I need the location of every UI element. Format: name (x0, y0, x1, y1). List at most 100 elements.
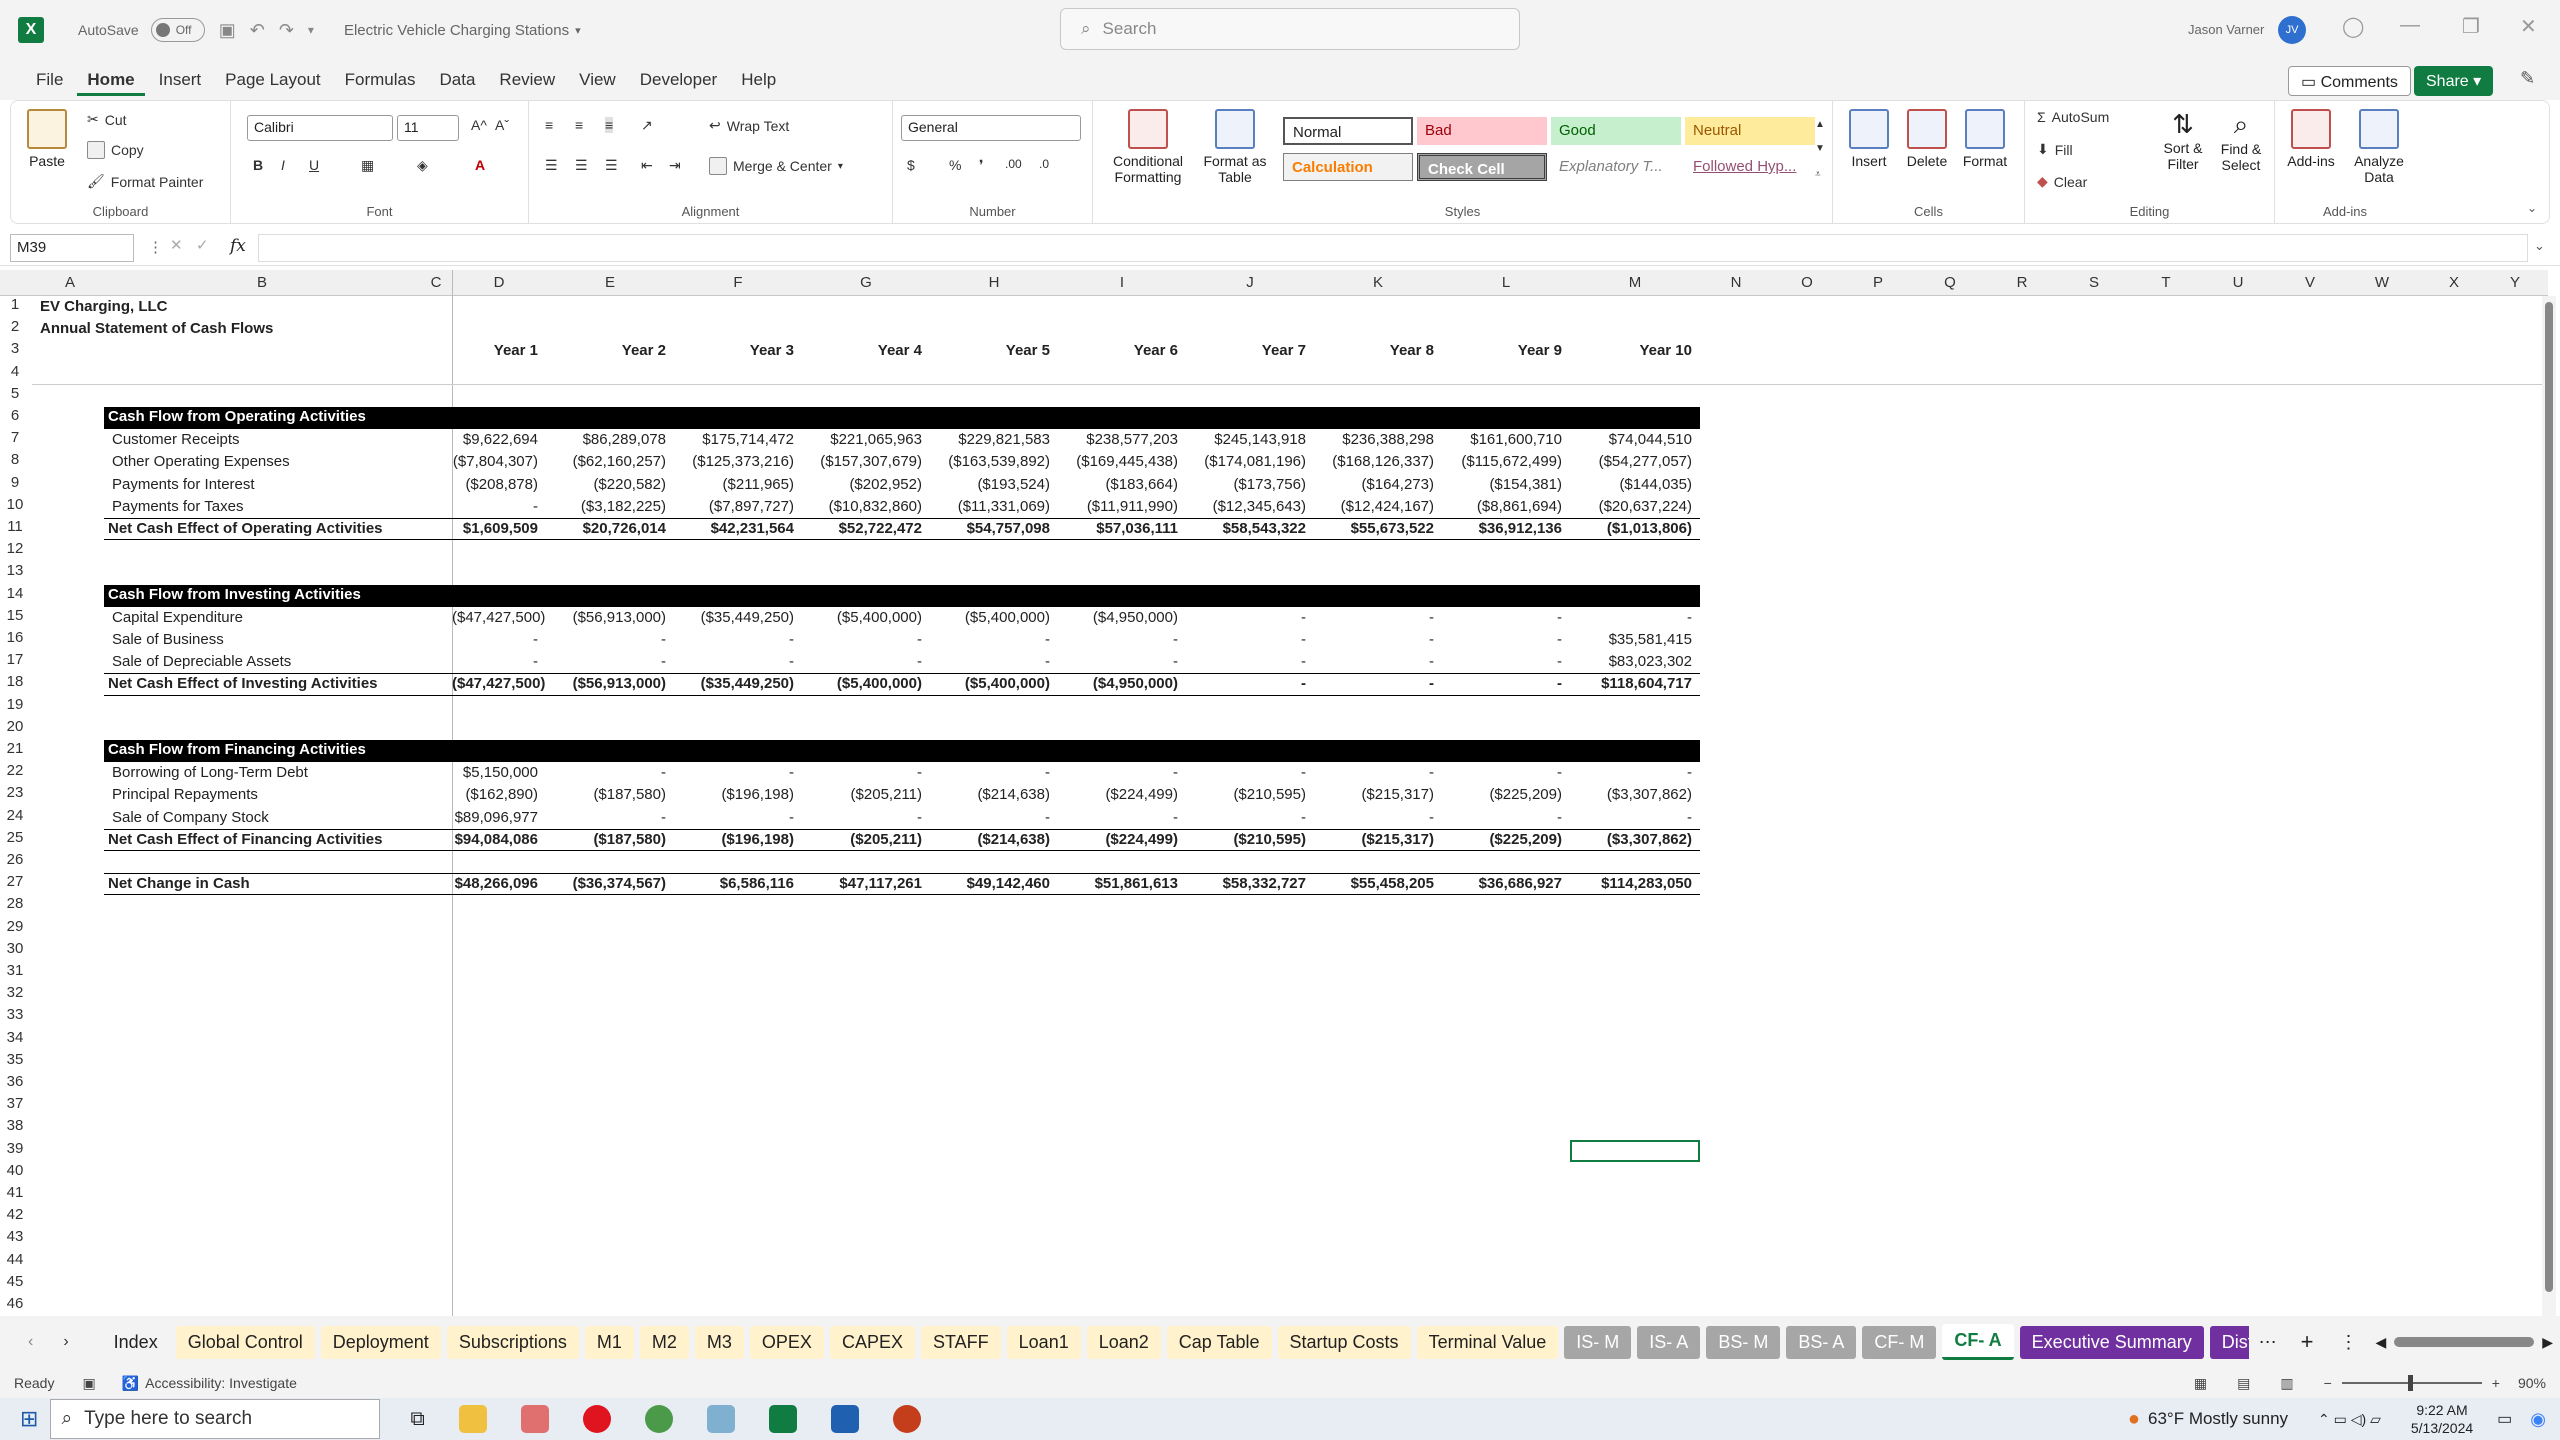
total-value[interactable]: ($5,400,000) (930, 673, 1050, 695)
line-item-value[interactable]: ($12,424,167) (1314, 496, 1434, 518)
sheet-tab-cf-a[interactable]: CF- A (1942, 1324, 2014, 1360)
row-header-34[interactable]: 34 (0, 1029, 30, 1051)
row-header-25[interactable]: 25 (0, 829, 30, 851)
style-followed-hyperlink[interactable]: Followed Hyp... (1685, 153, 1815, 181)
line-item-value[interactable]: - (1186, 607, 1306, 629)
autosave-toggle[interactable]: Off (150, 18, 205, 42)
financing-section-header[interactable]: Cash Flow from Financing Activities (104, 740, 1700, 762)
row-header-19[interactable]: 19 (0, 696, 30, 718)
page-break-view-icon[interactable]: ▥ (2280, 1375, 2293, 1392)
column-header-b[interactable]: B (104, 274, 420, 291)
row-header-45[interactable]: 45 (0, 1273, 30, 1295)
line-item-value[interactable]: - (1058, 762, 1178, 784)
row-header-41[interactable]: 41 (0, 1184, 30, 1206)
styles-scroll-up-icon[interactable]: ▲ (1815, 119, 1825, 130)
line-item-value[interactable]: - (1186, 762, 1306, 784)
total-value[interactable]: ($1,013,806) (1570, 518, 1692, 540)
total-value[interactable]: $54,757,098 (930, 518, 1050, 540)
row-header-31[interactable]: 31 (0, 962, 30, 984)
menu-formulas[interactable]: Formulas (335, 64, 426, 96)
total-value[interactable]: $52,722,472 (802, 518, 922, 540)
row-header-11[interactable]: 11 (0, 518, 30, 540)
line-item-value[interactable]: ($205,211) (802, 784, 922, 806)
line-item-value[interactable]: $175,714,472 (674, 429, 794, 451)
total-value[interactable]: ($4,950,000) (1058, 673, 1178, 695)
line-item-value[interactable]: - (546, 651, 666, 673)
line-item-value[interactable]: - (1058, 629, 1178, 651)
row-header-2[interactable]: 2 (0, 318, 30, 340)
row-header-9[interactable]: 9 (0, 474, 30, 496)
decrease-decimal-icon[interactable]: .0 (1039, 157, 1049, 171)
total-value[interactable]: $36,912,136 (1442, 518, 1562, 540)
menu-developer[interactable]: Developer (630, 64, 728, 96)
statement-title[interactable]: Annual Statement of Cash Flows (40, 318, 273, 340)
row-header-36[interactable]: 36 (0, 1073, 30, 1095)
percent-icon[interactable]: % (949, 157, 961, 173)
currency-icon[interactable]: $ (907, 157, 915, 173)
row-header-6[interactable]: 6 (0, 407, 30, 429)
total-value[interactable]: $20,726,014 (546, 518, 666, 540)
collapse-ribbon-icon[interactable]: ⌄ (2527, 201, 2537, 215)
line-item-value[interactable]: ($5,400,000) (930, 607, 1050, 629)
line-item-value[interactable]: - (1570, 807, 1692, 829)
column-header-i[interactable]: I (1058, 274, 1186, 291)
merge-center-button[interactable]: Merge & Center ▾ (709, 157, 843, 175)
line-item-value[interactable]: $161,600,710 (1442, 429, 1562, 451)
line-item-value[interactable]: $35,581,415 (1570, 629, 1692, 651)
line-item-value[interactable]: ($225,209) (1442, 784, 1562, 806)
line-item-value[interactable]: - (1314, 629, 1434, 651)
find-select-button[interactable]: ⌕ Find & Select (2213, 109, 2269, 173)
zoom-in-icon[interactable]: + (2492, 1375, 2500, 1391)
tab-scroll-left-icon[interactable]: ‹ (28, 1333, 33, 1351)
line-item-value[interactable]: $245,143,918 (1186, 429, 1306, 451)
line-item-value[interactable]: ($10,832,860) (802, 496, 922, 518)
line-item-label[interactable]: Principal Repayments (112, 784, 258, 806)
redo-icon[interactable]: ↷ (279, 20, 294, 41)
sheet-tab-staff[interactable]: STAFF (920, 1325, 1001, 1359)
row-header-17[interactable]: 17 (0, 651, 30, 673)
decrease-font-icon[interactable]: Aˇ (495, 117, 509, 133)
sheet-tab-global-control[interactable]: Global Control (175, 1325, 315, 1359)
line-item-value[interactable]: - (674, 807, 794, 829)
row-header-12[interactable]: 12 (0, 540, 30, 562)
align-top-icon[interactable]: ≡ (545, 117, 553, 133)
line-item-value[interactable]: ($196,198) (674, 784, 794, 806)
line-item-value[interactable]: ($162,890) (452, 784, 538, 806)
style-normal[interactable]: Normal (1283, 117, 1413, 145)
total-value[interactable]: $55,673,522 (1314, 518, 1434, 540)
excel-taskbar-icon[interactable] (768, 1405, 797, 1433)
orientation-icon[interactable]: ↗ (641, 117, 653, 134)
total-value[interactable]: ($210,595) (1186, 829, 1306, 851)
line-item-value[interactable]: $229,821,583 (930, 429, 1050, 451)
zoom-level[interactable]: 90% (2518, 1375, 2546, 1391)
windows-start-icon[interactable]: ⊞ (20, 1406, 38, 1432)
row-header-22[interactable]: 22 (0, 762, 30, 784)
column-header-m[interactable]: M (1570, 274, 1700, 291)
opera-icon[interactable] (582, 1405, 611, 1433)
style-neutral[interactable]: Neutral (1685, 117, 1815, 145)
row-header-42[interactable]: 42 (0, 1206, 30, 1228)
menu-review[interactable]: Review (489, 64, 565, 96)
line-item-value[interactable]: ($163,539,892) (930, 451, 1050, 473)
year-header[interactable]: Year 1 (452, 340, 538, 362)
sheet-tab-startup-costs[interactable]: Startup Costs (1277, 1325, 1411, 1359)
more-tabs-icon[interactable]: ⋯ (2259, 1332, 2277, 1353)
sheet-tab-is-m[interactable]: IS- M (1564, 1325, 1632, 1359)
menu-home[interactable]: Home (77, 64, 145, 96)
hscroll-left-icon[interactable]: ◀ (2376, 1334, 2387, 1351)
row-header-10[interactable]: 10 (0, 496, 30, 518)
total-value[interactable]: ($3,307,862) (1570, 829, 1692, 851)
font-color-icon[interactable]: A (475, 157, 485, 173)
sheet-tab-index[interactable]: Index (101, 1325, 170, 1359)
sheet-tab-subscriptions[interactable]: Subscriptions (446, 1325, 579, 1359)
notifications-icon[interactable]: ▭ (2497, 1409, 2512, 1429)
column-header-j[interactable]: J (1186, 274, 1314, 291)
line-item-value[interactable]: ($210,595) (1186, 784, 1306, 806)
sheet-tab-terminal-value[interactable]: Terminal Value (1416, 1325, 1559, 1359)
align-left-icon[interactable]: ☰ (545, 157, 558, 174)
comma-icon[interactable]: ❜ (979, 157, 984, 174)
column-header-w[interactable]: W (2346, 274, 2418, 291)
photos-icon[interactable] (830, 1405, 859, 1433)
row-header-26[interactable]: 26 (0, 851, 30, 873)
column-header-c[interactable]: C (420, 274, 452, 291)
